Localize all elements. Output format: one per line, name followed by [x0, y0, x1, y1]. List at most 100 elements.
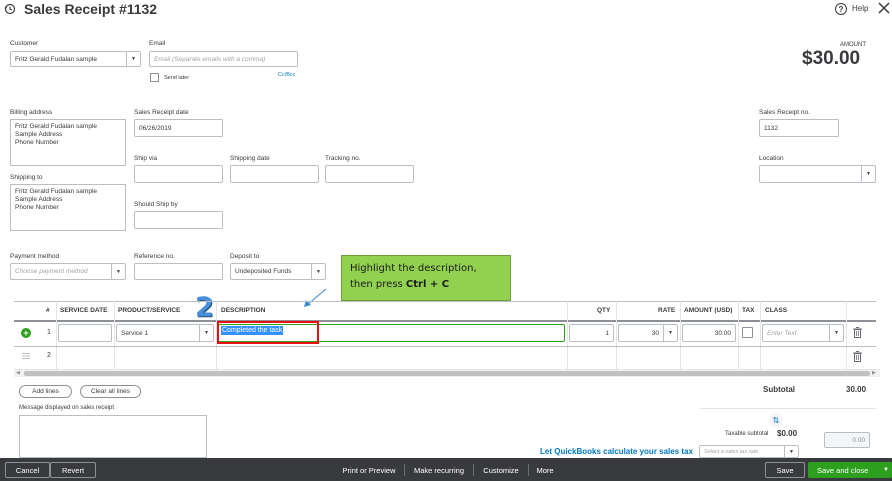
row-number: 2 — [47, 352, 51, 359]
message-textarea[interactable] — [19, 415, 207, 458]
location-select[interactable]: ▼ — [759, 165, 876, 183]
message-label: Message displayed on sales receipt — [19, 405, 115, 411]
add-lines-button[interactable]: Add lines — [19, 385, 72, 398]
callout-line-2-prefix: then press — [350, 279, 406, 290]
reference-no-label: Reference no. — [134, 253, 175, 260]
footer-divider — [404, 464, 405, 476]
receipt-date-field[interactable]: 06/26/2019 — [134, 119, 223, 137]
taxable-subtotal-value: $0.00 — [777, 429, 798, 438]
send-later-checkbox[interactable] — [150, 73, 159, 82]
history-icon[interactable] — [4, 3, 16, 15]
email-label: Email — [149, 40, 166, 47]
step-number-badge: 2 — [195, 292, 214, 323]
clear-lines-button[interactable]: Clear all lines — [80, 385, 141, 398]
deposit-to-select[interactable]: Undeposited Funds ▼ — [230, 263, 326, 280]
col-divider — [114, 301, 115, 369]
cancel-button[interactable]: Cancel — [5, 462, 50, 478]
drag-handle-icon[interactable] — [22, 352, 30, 360]
callout-line-2: then press Ctrl + C — [350, 277, 502, 293]
more-button[interactable]: More — [532, 462, 558, 478]
payment-method-select[interactable]: Choose payment method ▼ — [10, 263, 126, 280]
save-button[interactable]: Save — [765, 462, 805, 478]
col-rate: RATE — [658, 307, 676, 314]
col-num: # — [46, 307, 50, 314]
table-header-underline — [14, 320, 876, 322]
customer-select[interactable]: Fritz Gerald Fudalan sample ▼ — [10, 51, 141, 67]
chevron-down-icon: ▼ — [861, 166, 875, 182]
row-number: 1 — [47, 329, 51, 336]
customer-label: Customer — [10, 40, 39, 47]
deposit-to-value: Undeposited Funds — [235, 268, 292, 275]
col-amount: AMOUNT (USD) — [684, 307, 733, 314]
chevron-down-icon: ▼ — [311, 264, 325, 279]
close-icon[interactable] — [877, 1, 891, 15]
receipt-no-field[interactable]: 1132 — [759, 119, 839, 137]
save-and-close-button[interactable]: Save and close ▼ — [808, 462, 892, 478]
table-scrollbar[interactable]: ◀ ▶ — [14, 369, 880, 377]
chevron-down-icon: ▼ — [199, 325, 213, 341]
callout-arrow-icon — [304, 288, 327, 307]
subtotal-value: 30.00 — [846, 385, 867, 394]
revert-button[interactable]: Revert — [50, 462, 96, 478]
email-placeholder: Email (Separate emails with a comma) — [154, 55, 266, 63]
qty-value: 1 — [605, 329, 609, 337]
qty-input[interactable]: 1 — [569, 324, 614, 342]
trash-icon[interactable] — [853, 351, 862, 364]
cc-bcc-link[interactable]: Cc/Bcc — [278, 72, 295, 78]
amount-input[interactable]: 30.00 — [682, 324, 736, 342]
col-divider — [56, 301, 57, 369]
amount-value: $30.00 — [802, 48, 861, 69]
row-divider — [14, 346, 876, 347]
send-later-label: Send later — [164, 75, 190, 81]
tax-amount-field[interactable]: 0.00 — [824, 432, 870, 448]
shipping-to-label: Shipping to — [10, 174, 43, 181]
tracking-no-label: Tracking no. — [325, 155, 361, 162]
tracking-no-field[interactable] — [325, 165, 414, 183]
help-link[interactable]: Help — [852, 4, 868, 13]
receipt-date-label: Sales Receipt date — [134, 109, 189, 116]
should-ship-by-field[interactable] — [134, 211, 223, 229]
col-description: DESCRIPTION — [221, 307, 266, 314]
tax-rate-select[interactable]: Select a sales tax rate ▼ — [699, 445, 799, 458]
billing-address-field[interactable]: Fritz Gerald Fudalan sample Sample Addre… — [10, 119, 126, 166]
chevron-down-icon: ▼ — [111, 264, 125, 279]
calculate-tax-link[interactable]: Let QuickBooks calculate your sales tax — [540, 447, 693, 456]
class-select[interactable]: Enter Text ▼ — [762, 324, 844, 342]
payment-method-label: Payment method — [10, 253, 60, 260]
rate-input[interactable]: 30 ▼ — [618, 324, 678, 342]
help-icon[interactable]: ? — [835, 3, 847, 15]
ship-via-label: Ship via — [134, 155, 158, 162]
description-highlight-box — [217, 321, 319, 344]
callout-line-1: Highlight the description, — [350, 263, 477, 274]
product-value: Service 1 — [121, 329, 149, 337]
chevron-down-icon: ▼ — [829, 325, 843, 341]
col-product: PRODUCT/SERVICE — [118, 307, 181, 314]
tax-rate-placeholder: Select a sales tax rate — [704, 448, 759, 455]
receipt-date-value: 06/26/2019 — [139, 124, 172, 132]
chevron-down-icon[interactable]: ▼ — [883, 467, 889, 473]
col-divider — [760, 301, 761, 369]
trash-icon[interactable] — [853, 327, 862, 340]
amount-row-value: 30.00 — [714, 329, 731, 337]
shipping-to-field[interactable]: Fritz Gerald Fudalan sample Sample Addre… — [10, 184, 126, 231]
customer-value: Fritz Gerald Fudalan sample — [15, 55, 98, 63]
shipping-date-field[interactable] — [230, 165, 319, 183]
sort-icon[interactable]: ⇅ — [769, 413, 783, 427]
service-date-input[interactable] — [58, 324, 112, 342]
location-label: Location — [759, 155, 784, 162]
footer-divider — [528, 464, 529, 476]
print-preview-button[interactable]: Print or Preview — [338, 462, 400, 478]
ship-via-field[interactable] — [134, 165, 223, 183]
email-field[interactable]: Email (Separate emails with a comma) — [149, 51, 298, 67]
reference-no-field[interactable] — [134, 263, 223, 280]
make-recurring-button[interactable]: Make recurring — [409, 462, 469, 478]
save-and-close-label: Save and close — [817, 465, 869, 475]
scrollbar-thumb[interactable] — [24, 371, 870, 376]
scroll-right-icon[interactable]: ▶ — [872, 370, 876, 376]
scroll-left-icon[interactable]: ◀ — [16, 370, 20, 376]
add-row-icon[interactable]: + — [21, 328, 31, 338]
product-select[interactable]: Service 1 ▼ — [116, 324, 214, 342]
customize-button[interactable]: Customize — [478, 462, 524, 478]
tax-checkbox[interactable] — [742, 327, 753, 338]
col-divider — [616, 301, 617, 369]
